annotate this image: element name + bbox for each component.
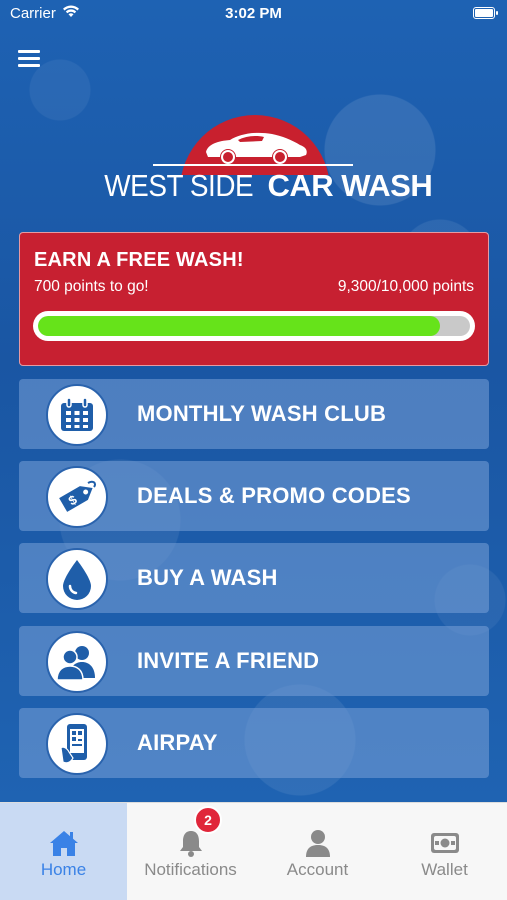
rewards-progress-bar: [33, 311, 475, 341]
car-icon: [206, 132, 307, 164]
menu-item-monthly-wash-club[interactable]: MONTHLY WASH CLUB: [19, 379, 489, 449]
points-to-go: 700 points to go!: [34, 278, 149, 295]
tab-wallet[interactable]: Wallet: [381, 803, 507, 900]
menu-label: DEALS & PROMO CODES: [137, 483, 411, 508]
progress-fill: [38, 316, 440, 336]
status-bar: Carrier 3:02 PM: [0, 0, 507, 28]
logo-word-west-side: WEST SIDE: [104, 168, 254, 203]
tab-account[interactable]: Account: [254, 803, 381, 900]
menu-item-buy-a-wash[interactable]: BUY A WASH: [19, 543, 489, 613]
water-drop-icon: [46, 548, 108, 610]
bottom-tab-bar: Home 2 Notifications Account Wallet: [0, 802, 507, 900]
tab-label: Account: [286, 860, 349, 879]
battery-icon: [473, 7, 498, 19]
menu-label: INVITE A FRIEND: [137, 648, 320, 673]
hamburger-menu-button[interactable]: [18, 50, 40, 68]
menu-item-airpay[interactable]: AIRPAY: [19, 708, 489, 778]
menu-label: AIRPAY: [137, 730, 218, 755]
calendar-icon: [46, 384, 108, 446]
wallet-icon: [430, 833, 459, 853]
menu-item-deals-promo-codes[interactable]: $ DEALS & PROMO CODES: [19, 461, 489, 531]
brand-logo: WEST SIDE CAR WASH: [96, 112, 433, 212]
rewards-card[interactable]: EARN A FREE WASH! 700 points to go! 9,30…: [19, 232, 489, 366]
tab-notifications[interactable]: 2 Notifications: [127, 803, 254, 900]
menu-item-invite-a-friend[interactable]: INVITE A FRIEND: [19, 626, 489, 696]
people-icon: [46, 631, 108, 693]
points-status: 9,300/10,000 points: [337, 278, 474, 295]
phone-pay-icon: [46, 713, 108, 775]
tab-label: Wallet: [421, 860, 468, 879]
rewards-title: EARN A FREE WASH!: [34, 249, 244, 271]
home-icon: [49, 831, 78, 856]
notification-badge: 2: [194, 806, 222, 834]
price-tag-icon: $: [46, 466, 108, 528]
tab-home[interactable]: Home: [0, 803, 127, 900]
tab-label: Notifications: [144, 860, 237, 879]
logo-word-car-wash: CAR WASH: [267, 168, 433, 203]
clock: 3:02 PM: [225, 5, 282, 22]
menu-label: BUY A WASH: [137, 565, 278, 590]
tab-label: Home: [40, 860, 87, 879]
person-icon: [305, 830, 330, 857]
bell-icon: [179, 831, 202, 857]
logo-divider: [153, 164, 353, 166]
menu-label: MONTHLY WASH CLUB: [137, 401, 387, 426]
